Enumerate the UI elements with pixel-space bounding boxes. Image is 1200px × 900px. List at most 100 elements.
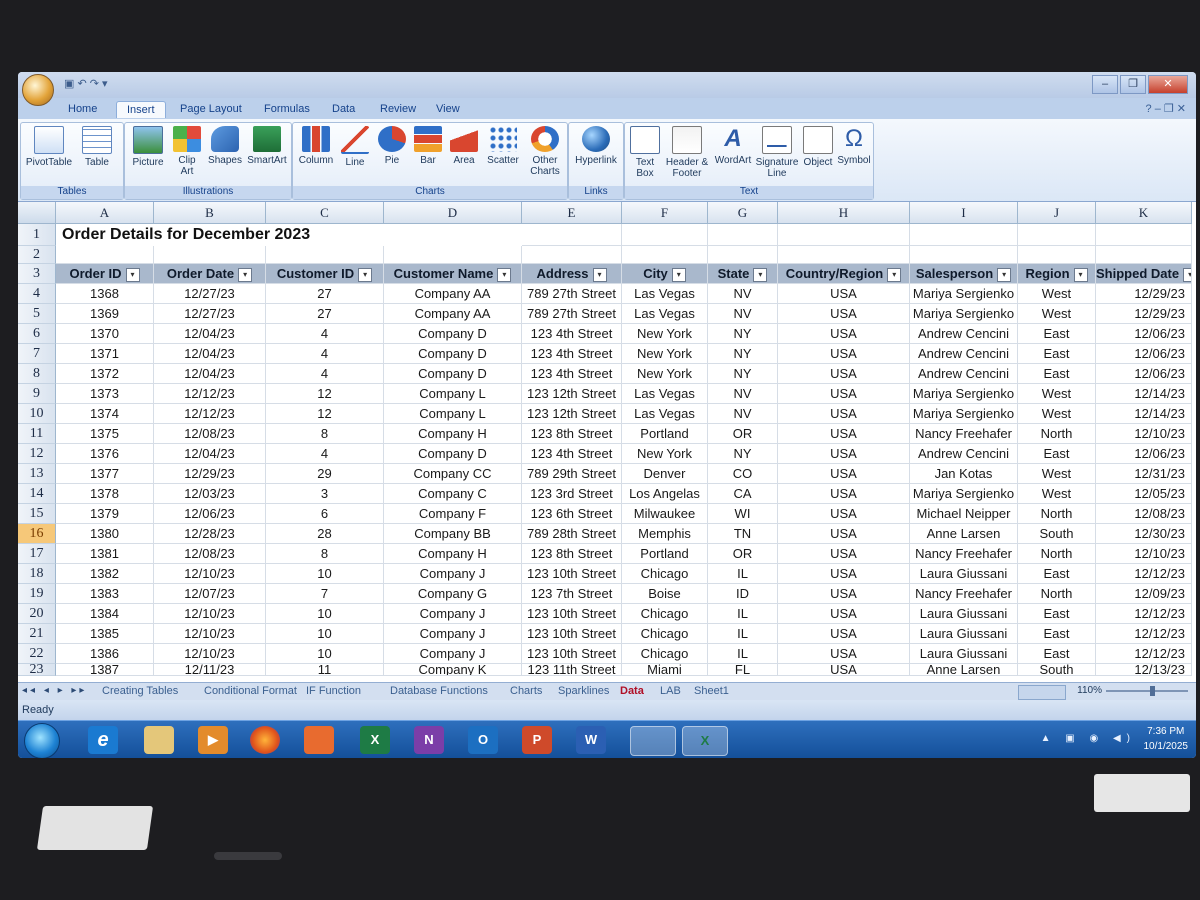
table-cell[interactable]: 123 4th Street [522,364,622,384]
table-cell[interactable]: 10 [266,644,384,664]
row-header[interactable]: 18 [18,564,56,584]
table-cell[interactable]: Company D [384,344,522,364]
row-header[interactable]: 13 [18,464,56,484]
cell[interactable] [1018,224,1096,246]
onenote-icon[interactable]: N [414,726,444,754]
cell[interactable] [778,246,910,264]
sheet-tab[interactable]: Conditional Format [204,685,297,697]
table-header-cell[interactable]: Order ID ▾ [56,264,154,284]
cell[interactable] [778,224,910,246]
table-cell[interactable]: 10 [266,624,384,644]
table-cell[interactable]: 12/28/23 [154,524,266,544]
table-cell[interactable]: USA [778,304,910,324]
table-cell[interactable]: Andrew Cencini [910,324,1018,344]
table-cell[interactable]: NV [708,384,778,404]
quick-access-toolbar[interactable]: ▣ ↶ ↷ ▾ [64,77,108,90]
table-cell[interactable]: 27 [266,284,384,304]
row-header[interactable]: 8 [18,364,56,384]
table-cell[interactable]: 12/29/23 [1096,304,1192,324]
table-cell[interactable]: 12/12/23 [1096,604,1192,624]
filter-dropdown-icon[interactable]: ▾ [887,267,902,282]
table-cell[interactable]: East [1018,564,1096,584]
table-cell[interactable]: IL [708,604,778,624]
table-cell[interactable]: 12/03/23 [154,484,266,504]
table-cell[interactable]: USA [778,404,910,424]
table-cell[interactable]: OR [708,544,778,564]
sheet-tab[interactable]: Charts [510,685,542,697]
share-app-icon[interactable] [304,726,334,754]
table-cell[interactable]: 12/08/23 [154,544,266,564]
cell[interactable] [56,246,154,264]
row-header[interactable]: 7 [18,344,56,364]
other-charts-button[interactable]: Other Charts [525,126,565,177]
table-cell[interactable]: 12/12/23 [154,384,266,404]
row-header[interactable]: 20 [18,604,56,624]
table-cell[interactable]: 1386 [56,644,154,664]
row-header[interactable]: 15 [18,504,56,524]
internet-explorer-icon[interactable]: e [88,726,118,754]
table-cell[interactable]: East [1018,364,1096,384]
column-header-c[interactable]: C [266,202,384,224]
column-header-d[interactable]: D [384,202,522,224]
table-cell[interactable]: 11 [266,664,384,676]
table-cell[interactable]: 123 4th Street [522,444,622,464]
table-cell[interactable]: USA [778,644,910,664]
table-cell[interactable]: Company K [384,664,522,676]
cell[interactable] [1096,224,1192,246]
table-cell[interactable]: Company L [384,404,522,424]
table-cell[interactable]: 12/08/23 [154,424,266,444]
table-cell[interactable]: 123 12th Street [522,404,622,424]
table-cell[interactable]: 12/27/23 [154,284,266,304]
table-cell[interactable]: Denver [622,464,708,484]
cell[interactable] [1018,246,1096,264]
filter-dropdown-icon[interactable]: ▾ [125,267,140,282]
table-cell[interactable]: West [1018,464,1096,484]
table-cell[interactable]: 1373 [56,384,154,404]
pivottable-button[interactable]: PivotTable [25,126,73,168]
table-cell[interactable]: 12/29/23 [1096,284,1192,304]
table-cell[interactable]: 3 [266,484,384,504]
table-cell[interactable]: Company L [384,384,522,404]
table-cell[interactable]: 1374 [56,404,154,424]
table-cell[interactable]: USA [778,324,910,344]
table-cell[interactable]: NY [708,344,778,364]
outlook-icon[interactable]: O [468,726,498,754]
row-header[interactable]: 5 [18,304,56,324]
table-cell[interactable]: Chicago [622,604,708,624]
table-cell[interactable]: Las Vegas [622,404,708,424]
signature-line-button[interactable]: Signature Line [755,126,799,179]
table-cell[interactable]: Anne Larsen [910,524,1018,544]
cell[interactable] [522,224,622,246]
table-cell[interactable]: Nancy Freehafer [910,584,1018,604]
wordart-button[interactable]: A WordArt [713,126,753,167]
table-cell[interactable]: Mariya Sergienko [910,384,1018,404]
table-header-cell[interactable]: City ▾ [622,264,708,284]
table-cell[interactable]: 12/14/23 [1096,404,1192,424]
table-cell[interactable]: 12/06/23 [1096,344,1192,364]
table-cell[interactable]: 1371 [56,344,154,364]
smartart-button[interactable]: SmartArt [245,126,289,166]
table-cell[interactable]: New York [622,344,708,364]
sheet-tab[interactable]: Sparklines [558,685,609,697]
table-cell[interactable]: Portland [622,424,708,444]
table-cell[interactable]: North [1018,504,1096,524]
tab-data[interactable]: Data [322,101,365,117]
table-cell[interactable]: 4 [266,324,384,344]
table-cell[interactable]: Company F [384,504,522,524]
table-cell[interactable]: North [1018,584,1096,604]
remote-desktop-icon[interactable] [630,726,676,756]
table-cell[interactable]: 1387 [56,664,154,676]
cell[interactable] [708,246,778,264]
table-cell[interactable]: Company D [384,364,522,384]
table-cell[interactable]: 12/12/23 [1096,564,1192,584]
cell[interactable] [1096,246,1192,264]
cell[interactable] [622,246,708,264]
text-box-button[interactable]: Text Box [629,126,661,179]
table-cell[interactable]: USA [778,524,910,544]
table-cell[interactable]: 1369 [56,304,154,324]
pie-chart-button[interactable]: Pie [375,126,409,166]
table-cell[interactable]: Company G [384,584,522,604]
column-header-b[interactable]: B [154,202,266,224]
table-cell[interactable]: 123 6th Street [522,504,622,524]
row-header[interactable]: 6 [18,324,56,344]
